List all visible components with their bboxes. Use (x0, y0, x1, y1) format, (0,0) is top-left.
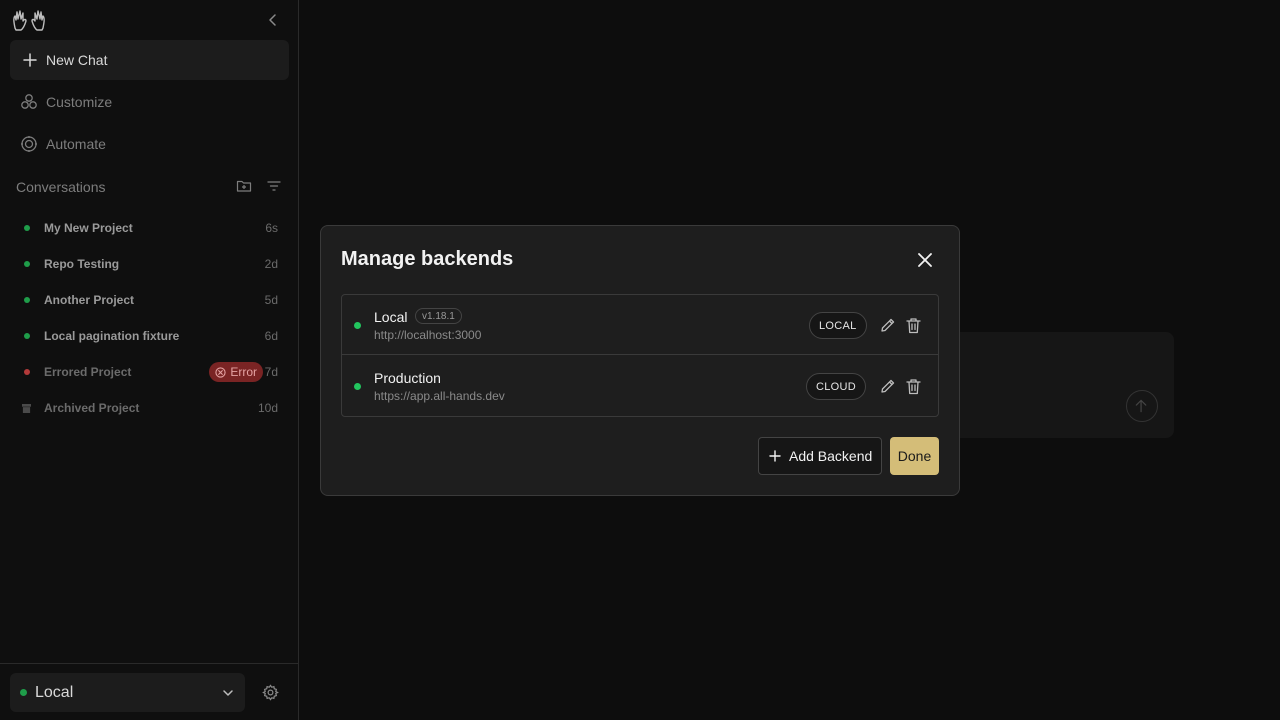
backend-url: https://app.all-hands.dev (374, 389, 505, 403)
conversation-time: 6d (264, 329, 278, 343)
conversations-label: Conversations (16, 179, 106, 195)
automate-nav-item[interactable]: Automate (10, 126, 289, 162)
conversation-title: Archived Project (44, 401, 140, 415)
status-dot (24, 261, 30, 267)
conversation-title: Another Project (44, 293, 135, 307)
customize-nav-item[interactable]: Customize (10, 84, 289, 120)
close-icon[interactable] (915, 250, 935, 270)
conversation-item[interactable]: Archived Project 10d (16, 396, 286, 420)
backend-selector-value: Local (35, 683, 74, 701)
status-dot (354, 322, 361, 329)
manage-backends-dialog: Manage backends Local v1.18.1 http://loc… (320, 225, 960, 496)
status-dot (24, 225, 30, 231)
backend-row: Local v1.18.1 http://localhost:3000 LOCA… (342, 295, 938, 355)
conversation-time: 10d (257, 401, 278, 415)
conversation-item[interactable]: Another Project 5d (16, 288, 286, 312)
conversation-time: 5d (264, 293, 278, 307)
conversation-item[interactable]: Repo Testing 2d (16, 252, 286, 276)
dialog-title: Manage backends (341, 248, 514, 270)
backend-list: Local v1.18.1 http://localhost:3000 LOCA… (341, 294, 939, 417)
conversation-title: My New Project (44, 221, 133, 235)
gear-icon[interactable] (262, 684, 279, 701)
plus-icon (769, 450, 781, 462)
backend-selector[interactable]: Local (10, 673, 245, 712)
status-dot (24, 333, 30, 339)
conversation-title: Local pagination fixture (44, 329, 180, 343)
conversation-time: 7d (264, 365, 278, 379)
customize-icon (21, 94, 37, 109)
trash-icon[interactable] (906, 378, 921, 395)
conversation-title: Repo Testing (44, 257, 120, 271)
error-badge: Error (209, 362, 263, 382)
pencil-icon[interactable] (879, 317, 896, 334)
collapse-sidebar-icon[interactable] (264, 11, 282, 29)
status-dot (20, 689, 27, 696)
plus-icon (23, 53, 37, 67)
status-dot (354, 383, 361, 390)
conversations-header: Conversations (16, 178, 286, 196)
error-badge-label: Error (230, 365, 257, 379)
add-backend-label: Add Backend (789, 448, 873, 464)
backend-type-badge: LOCAL (809, 312, 867, 339)
sidebar: New Chat Customize Automate Conversation… (0, 0, 299, 720)
backend-name: Production (374, 370, 441, 386)
customize-label: Customize (46, 94, 113, 110)
version-badge: v1.18.1 (415, 308, 462, 324)
conversation-item[interactable]: Errored Project Error 7d (16, 360, 286, 384)
new-folder-icon[interactable] (236, 178, 252, 194)
conversation-item[interactable]: My New Project 6s (16, 216, 286, 240)
done-button[interactable]: Done (890, 437, 939, 475)
archive-icon (22, 403, 31, 413)
status-dot (24, 369, 30, 375)
status-dot (24, 297, 30, 303)
automate-label: Automate (46, 136, 106, 152)
add-backend-button[interactable]: Add Backend (758, 437, 882, 475)
gear-play-icon (21, 136, 37, 152)
send-arrow-icon (1126, 390, 1158, 422)
chevron-down-icon (223, 690, 233, 696)
hands-logo-icon[interactable] (12, 8, 46, 32)
pencil-icon[interactable] (879, 378, 896, 395)
new-chat-label: New Chat (46, 52, 108, 68)
sidebar-footer: Local (0, 663, 299, 720)
conversation-title: Errored Project (44, 365, 132, 379)
backend-type-badge: CLOUD (806, 373, 867, 400)
backend-url: http://localhost:3000 (374, 328, 482, 342)
error-circle-icon (215, 366, 226, 378)
conversation-time: 6s (265, 221, 278, 235)
backend-row: Production https://app.all-hands.dev CLO… (342, 356, 938, 416)
new-chat-button[interactable]: New Chat (10, 40, 289, 80)
conversation-time: 2d (264, 257, 278, 271)
conversation-item[interactable]: Local pagination fixture 6d (16, 324, 286, 348)
trash-icon[interactable] (906, 317, 921, 334)
filter-icon[interactable] (266, 178, 282, 194)
backend-name: Local (374, 309, 408, 325)
